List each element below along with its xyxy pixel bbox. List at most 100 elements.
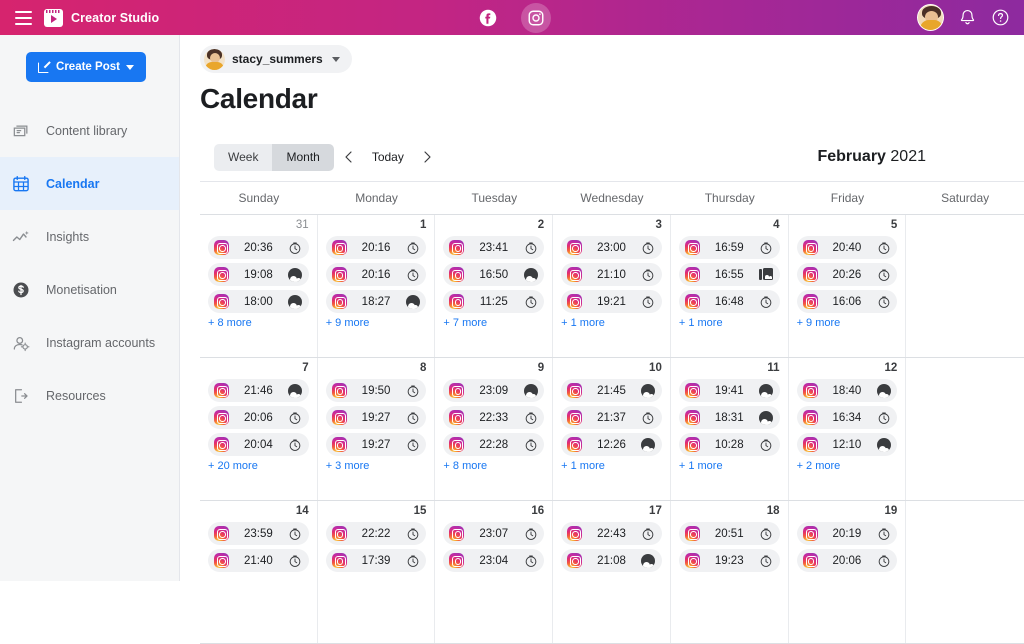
- calendar-event[interactable]: 19:23: [679, 549, 780, 572]
- next-month-button[interactable]: [412, 142, 442, 172]
- calendar-day-cell[interactable]: 1021:4521:3712:26+ 1 more: [553, 358, 671, 500]
- avatar[interactable]: [917, 4, 944, 31]
- calendar-event[interactable]: 23:00: [561, 236, 662, 259]
- calendar-day-cell[interactable]: [906, 215, 1024, 357]
- calendar-day-cell[interactable]: [906, 358, 1024, 500]
- calendar-day-cell[interactable]: 1820:5119:23: [671, 501, 789, 643]
- sidebar-item-content-library[interactable]: Content library: [0, 104, 179, 157]
- calendar-day-cell[interactable]: 923:0922:3322:28+ 8 more: [435, 358, 553, 500]
- calendar-day-cell[interactable]: 721:4620:0620:04+ 20 more: [200, 358, 318, 500]
- calendar-day-cell[interactable]: [906, 501, 1024, 643]
- calendar-event[interactable]: 11:25: [443, 290, 544, 313]
- more-events-link[interactable]: + 1 more: [679, 317, 780, 329]
- sidebar-item-monetisation[interactable]: Monetisation: [0, 263, 179, 316]
- sidebar-item-instagram-accounts[interactable]: Instagram accounts: [0, 316, 179, 369]
- calendar-event[interactable]: 12:10: [797, 433, 898, 456]
- calendar-event[interactable]: 17:39: [326, 549, 427, 572]
- calendar-event[interactable]: 16:55: [679, 263, 780, 286]
- calendar-day-cell[interactable]: 1423:5921:40: [200, 501, 318, 643]
- calendar-day-cell[interactable]: 3120:3619:0818:00+ 8 more: [200, 215, 318, 357]
- help-circle-icon[interactable]: [991, 8, 1010, 27]
- calendar-event[interactable]: 22:28: [443, 433, 544, 456]
- calendar-event[interactable]: 21:37: [561, 406, 662, 429]
- calendar-event[interactable]: 18:40: [797, 379, 898, 402]
- more-events-link[interactable]: + 1 more: [561, 460, 662, 472]
- calendar-day-cell[interactable]: 120:1620:1618:27+ 9 more: [318, 215, 436, 357]
- calendar-event[interactable]: 23:41: [443, 236, 544, 259]
- calendar-event[interactable]: 19:21: [561, 290, 662, 313]
- calendar-event[interactable]: 21:46: [208, 379, 309, 402]
- calendar-day-cell[interactable]: 819:5019:2719:27+ 3 more: [318, 358, 436, 500]
- calendar-day-cell[interactable]: 1522:2217:39: [318, 501, 436, 643]
- facebook-icon[interactable]: [473, 3, 503, 33]
- sidebar-item-insights[interactable]: Insights: [0, 210, 179, 263]
- calendar-event[interactable]: 23:04: [443, 549, 544, 572]
- calendar-event[interactable]: 19:50: [326, 379, 427, 402]
- more-events-link[interactable]: + 9 more: [326, 317, 427, 329]
- calendar-event[interactable]: 16:59: [679, 236, 780, 259]
- calendar-event[interactable]: 20:40: [797, 236, 898, 259]
- calendar-event[interactable]: 16:50: [443, 263, 544, 286]
- instagram-icon[interactable]: [521, 3, 551, 33]
- calendar-event[interactable]: 20:06: [208, 406, 309, 429]
- calendar-event[interactable]: 19:41: [679, 379, 780, 402]
- calendar-day-cell[interactable]: 223:4116:5011:25+ 7 more: [435, 215, 553, 357]
- today-button[interactable]: Today: [364, 150, 412, 164]
- calendar-event[interactable]: 21:40: [208, 549, 309, 572]
- bell-icon[interactable]: [958, 8, 977, 27]
- calendar-day-cell[interactable]: 416:5916:5516:48+ 1 more: [671, 215, 789, 357]
- calendar-event[interactable]: 22:43: [561, 522, 662, 545]
- account-selector[interactable]: stacy_summers: [200, 45, 352, 73]
- calendar-event[interactable]: 10:28: [679, 433, 780, 456]
- calendar-event[interactable]: 20:16: [326, 236, 427, 259]
- more-events-link[interactable]: + 8 more: [443, 460, 544, 472]
- calendar-event[interactable]: 20:26: [797, 263, 898, 286]
- sidebar-item-resources[interactable]: Resources: [0, 369, 179, 422]
- calendar-event[interactable]: 20:04: [208, 433, 309, 456]
- calendar-event[interactable]: 16:06: [797, 290, 898, 313]
- calendar-event[interactable]: 22:33: [443, 406, 544, 429]
- more-events-link[interactable]: + 1 more: [561, 317, 662, 329]
- calendar-event[interactable]: 18:00: [208, 290, 309, 313]
- calendar-event[interactable]: 19:27: [326, 406, 427, 429]
- more-events-link[interactable]: + 3 more: [326, 460, 427, 472]
- more-events-link[interactable]: + 8 more: [208, 317, 309, 329]
- calendar-event[interactable]: 16:34: [797, 406, 898, 429]
- calendar-event[interactable]: 18:31: [679, 406, 780, 429]
- more-events-link[interactable]: + 7 more: [443, 317, 544, 329]
- calendar-event[interactable]: 18:27: [326, 290, 427, 313]
- more-events-link[interactable]: + 20 more: [208, 460, 309, 472]
- calendar-event[interactable]: 23:59: [208, 522, 309, 545]
- calendar-event[interactable]: 19:27: [326, 433, 427, 456]
- calendar-day-cell[interactable]: 323:0021:1019:21+ 1 more: [553, 215, 671, 357]
- hamburger-icon[interactable]: [6, 11, 40, 25]
- calendar-day-cell[interactable]: 1920:1920:06: [789, 501, 907, 643]
- calendar-event[interactable]: 20:51: [679, 522, 780, 545]
- calendar-event[interactable]: 23:07: [443, 522, 544, 545]
- calendar-event[interactable]: 22:22: [326, 522, 427, 545]
- calendar-event[interactable]: 21:45: [561, 379, 662, 402]
- calendar-day-cell[interactable]: 1623:0723:04: [435, 501, 553, 643]
- calendar-event[interactable]: 23:09: [443, 379, 544, 402]
- tab-month[interactable]: Month: [272, 144, 333, 171]
- calendar-event[interactable]: 20:16: [326, 263, 427, 286]
- more-events-link[interactable]: + 1 more: [679, 460, 780, 472]
- calendar-event[interactable]: 21:08: [561, 549, 662, 572]
- calendar-day-cell[interactable]: 1119:4118:3110:28+ 1 more: [671, 358, 789, 500]
- calendar-event[interactable]: 20:19: [797, 522, 898, 545]
- calendar-event[interactable]: 21:10: [561, 263, 662, 286]
- calendar-event[interactable]: 20:06: [797, 549, 898, 572]
- calendar-day-cell[interactable]: 1218:4016:3412:10+ 2 more: [789, 358, 907, 500]
- tab-week[interactable]: Week: [214, 144, 272, 171]
- calendar-event[interactable]: 19:08: [208, 263, 309, 286]
- sidebar-item-calendar[interactable]: Calendar: [0, 157, 179, 210]
- calendar-day-cell[interactable]: 1722:4321:08: [553, 501, 671, 643]
- calendar-event[interactable]: 20:36: [208, 236, 309, 259]
- calendar-event[interactable]: 12:26: [561, 433, 662, 456]
- prev-month-button[interactable]: [334, 142, 364, 172]
- create-post-button[interactable]: Create Post: [26, 52, 146, 82]
- calendar-event[interactable]: 16:48: [679, 290, 780, 313]
- calendar-day-cell[interactable]: 520:4020:2616:06+ 9 more: [789, 215, 907, 357]
- more-events-link[interactable]: + 9 more: [797, 317, 898, 329]
- more-events-link[interactable]: + 2 more: [797, 460, 898, 472]
